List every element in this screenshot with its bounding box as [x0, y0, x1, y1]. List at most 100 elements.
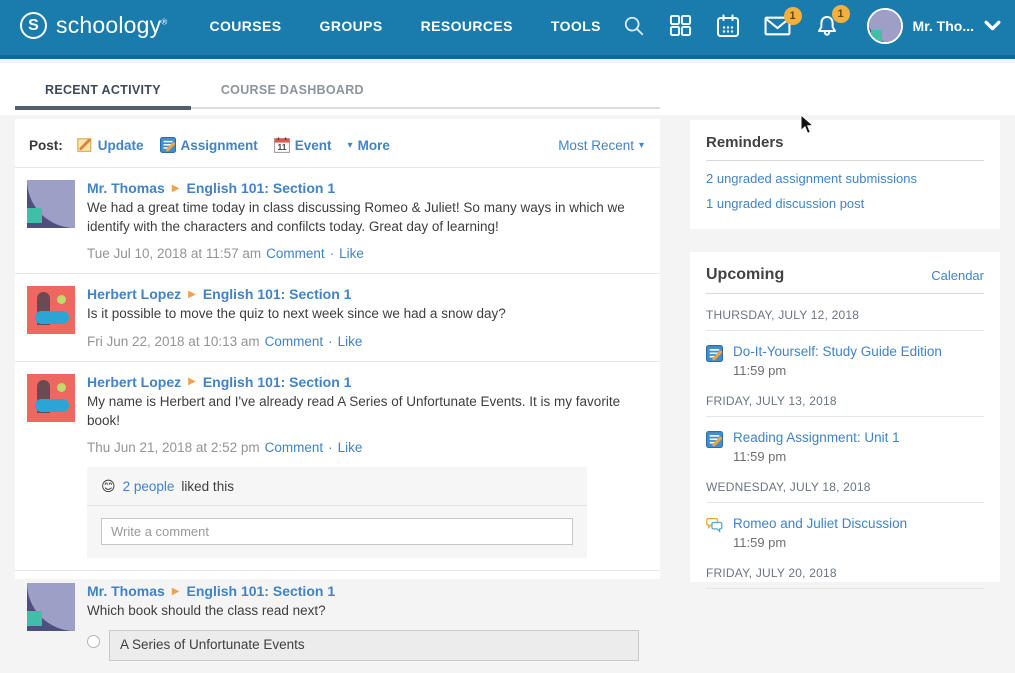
- chevron-down-icon: [984, 20, 1001, 31]
- nav-groups[interactable]: GROUPS: [320, 18, 383, 34]
- post-timestamp: Tue Jul 10, 2018 at 11:57 am: [87, 246, 261, 261]
- messages-icon[interactable]: 1: [764, 16, 791, 36]
- more-caret-icon: ▾: [348, 140, 353, 151]
- post-author-link[interactable]: Mr. Thomas: [87, 180, 165, 196]
- discussion-icon: [706, 517, 723, 533]
- poll-option-radio[interactable]: [87, 635, 100, 648]
- user-avatar: [867, 8, 903, 44]
- post-assignment-label: Assignment: [181, 138, 258, 153]
- update-note-icon: [77, 137, 93, 153]
- post-update-label: Update: [98, 138, 144, 153]
- sort-dropdown[interactable]: Most Recent ▾: [558, 138, 644, 153]
- upcoming-date-header: FRIDAY, JULY 13, 2018: [706, 380, 984, 417]
- comment-link[interactable]: Comment: [265, 334, 324, 349]
- search-icon[interactable]: [623, 15, 645, 37]
- user-name: Mr. Tho...: [913, 18, 974, 34]
- post-timestamp: Thu Jun 21, 2018 at 2:52 pm: [87, 440, 260, 455]
- upcoming-date-header: THURSDAY, JULY 12, 2018: [706, 294, 984, 331]
- feed-post: Mr. Thomas ▶ English 101: Section 1 Whic…: [15, 571, 660, 673]
- post-assignment-button[interactable]: Assignment: [160, 137, 258, 153]
- post-message: Is it possible to move the quiz to next …: [87, 305, 646, 324]
- avatar-herbert-lopez[interactable]: [27, 286, 75, 334]
- upcoming-date-header: FRIDAY, JULY 20, 2018: [706, 552, 984, 589]
- upcoming-panel: Upcoming Calendar THURSDAY, JULY 12, 201…: [690, 252, 1000, 582]
- tab-strip: RECENT ACTIVITY COURSE DASHBOARD: [0, 63, 1015, 115]
- svg-text:11: 11: [277, 142, 286, 152]
- schoology-s-icon: S: [20, 12, 47, 39]
- feed-post: Herbert Lopez ▶ English 101: Section 1 I…: [15, 274, 660, 362]
- apps-grid-icon[interactable]: [669, 14, 692, 37]
- nav-courses[interactable]: COURSES: [209, 18, 281, 34]
- post-update-button[interactable]: Update: [77, 137, 144, 153]
- post-course-link[interactable]: English 101: Section 1: [187, 180, 336, 196]
- likers-link[interactable]: 2 people: [123, 479, 175, 494]
- meta-separator: ·: [328, 440, 333, 455]
- logo-wordmark: schoology®: [56, 12, 167, 39]
- like-link[interactable]: Like: [339, 246, 364, 261]
- post-toolbar: Post: Update Assignment 11 Event ▾ More …: [15, 119, 660, 168]
- post-event-label: Event: [295, 138, 332, 153]
- assignment-icon: [160, 137, 176, 153]
- upcoming-date-header: WEDNESDAY, JULY 18, 2018: [706, 466, 984, 503]
- poll-option[interactable]: A Series of Unfortunate Events: [109, 630, 639, 661]
- upcoming-event: Romeo and Juliet Discussion 11:59 pm: [706, 503, 984, 552]
- upcoming-event-link[interactable]: Do-It-Yourself: Study Guide Edition: [733, 344, 942, 359]
- post-course-link[interactable]: English 101: Section 1: [187, 583, 336, 599]
- post-course-link[interactable]: English 101: Section 1: [203, 286, 352, 302]
- meta-separator: ·: [330, 246, 335, 261]
- post-more-button[interactable]: ▾ More: [348, 138, 390, 153]
- post-author-link[interactable]: Herbert Lopez: [87, 374, 181, 390]
- reminders-panel: Reminders 2 ungraded assignment submissi…: [690, 120, 1000, 229]
- user-menu[interactable]: Mr. Tho...: [867, 8, 1001, 44]
- post-author-link[interactable]: Mr. Thomas: [87, 583, 165, 599]
- avatar-mr-thomas[interactable]: [27, 180, 75, 228]
- primary-nav: COURSES GROUPS RESOURCES TOOLS: [209, 18, 600, 34]
- calendar-link[interactable]: Calendar: [931, 268, 984, 283]
- nav-tools[interactable]: TOOLS: [551, 18, 601, 34]
- breadcrumb-chevron-icon: ▶: [172, 586, 180, 597]
- comment-link[interactable]: Comment: [265, 440, 324, 455]
- upcoming-event-link[interactable]: Reading Assignment: Unit 1: [733, 430, 900, 445]
- reminder-ungraded-discussion[interactable]: 1 ungraded discussion post: [706, 196, 984, 211]
- upcoming-event: Reading Assignment: Unit 1 11:59 pm: [706, 417, 984, 466]
- post-author-link[interactable]: Herbert Lopez: [87, 286, 181, 302]
- tab-recent-activity[interactable]: RECENT ACTIVITY: [15, 75, 191, 107]
- avatar-herbert-lopez[interactable]: [27, 374, 75, 422]
- breadcrumb-chevron-icon: ▶: [188, 289, 196, 300]
- messages-badge: 1: [784, 7, 802, 25]
- registered-mark: ®: [161, 17, 167, 26]
- top-navigation-bar: S schoology® COURSES GROUPS RESOURCES TO…: [0, 0, 1015, 59]
- activity-feed: Post: Update Assignment 11 Event ▾ More …: [15, 119, 660, 579]
- post-label: Post:: [29, 138, 63, 153]
- meta-separator: ·: [328, 334, 333, 349]
- write-comment-input[interactable]: [101, 518, 573, 545]
- tab-course-dashboard[interactable]: COURSE DASHBOARD: [191, 75, 394, 107]
- post-more-label: More: [358, 138, 390, 153]
- schoology-logo[interactable]: S schoology®: [20, 12, 167, 39]
- breadcrumb-chevron-icon: ▶: [188, 376, 196, 387]
- feed-post: Herbert Lopez ▶ English 101: Section 1 M…: [15, 362, 660, 571]
- nav-resources[interactable]: RESOURCES: [421, 18, 513, 34]
- breadcrumb-chevron-icon: ▶: [172, 183, 180, 194]
- sort-caret-icon: ▾: [639, 140, 644, 151]
- calendar-icon[interactable]: [716, 14, 740, 38]
- upcoming-event-time: 11:59 pm: [733, 363, 942, 378]
- upcoming-event-link[interactable]: Romeo and Juliet Discussion: [733, 516, 907, 531]
- post-event-button[interactable]: 11 Event: [274, 137, 332, 153]
- post-course-link[interactable]: English 101: Section 1: [203, 374, 352, 390]
- like-link[interactable]: Like: [338, 334, 363, 349]
- comments-panel: 😊 2 people liked this: [87, 467, 587, 558]
- comment-link[interactable]: Comment: [266, 246, 325, 261]
- liked-this-text: liked this: [181, 479, 234, 494]
- upcoming-event-time: 11:59 pm: [733, 449, 900, 464]
- upcoming-title: Upcoming: [706, 266, 784, 284]
- like-link[interactable]: Like: [338, 440, 363, 455]
- avatar-mr-thomas[interactable]: [27, 583, 75, 631]
- assignment-icon: [706, 431, 723, 448]
- feed-post: Mr. Thomas ▶ English 101: Section 1 We h…: [15, 168, 660, 274]
- post-message: My name is Herbert and I've already read…: [87, 393, 646, 430]
- post-message: We had a great time today in class discu…: [87, 199, 646, 236]
- notifications-bell-icon[interactable]: 1: [815, 14, 839, 38]
- smiley-icon: 😊: [101, 478, 116, 495]
- reminder-ungraded-assignments[interactable]: 2 ungraded assignment submissions: [706, 171, 984, 186]
